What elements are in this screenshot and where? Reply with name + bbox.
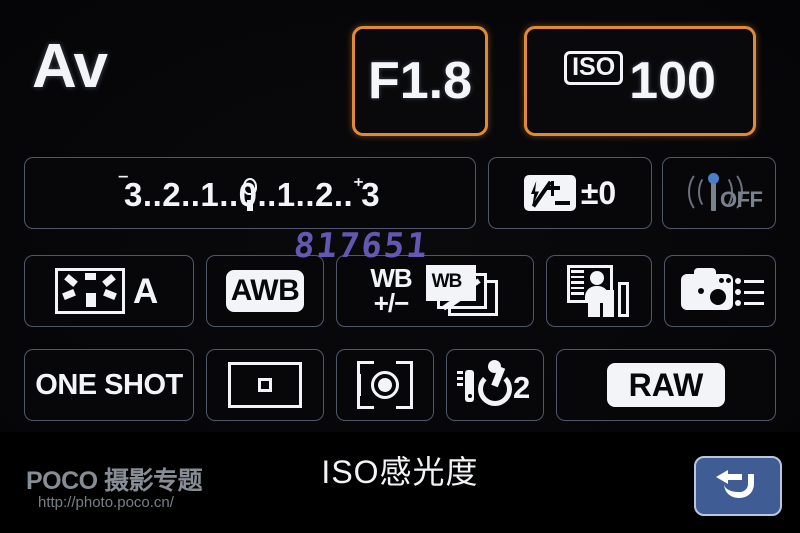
iso-setting[interactable]: ISO 100 — [524, 26, 756, 136]
wb-shift-line-2: +/− — [373, 288, 410, 318]
top-status-row: Av F1.8 ISO 100 — [0, 0, 800, 145]
af-mode-label: ONE SHOT — [35, 368, 183, 401]
picture-style-icon: A — [55, 268, 163, 314]
poco-brand-text: POCO 摄影专题 — [26, 467, 203, 495]
shooting-mode-label[interactable]: Av — [32, 36, 108, 98]
af-point-selection-setting[interactable] — [206, 349, 324, 421]
exposure-plus-value: 3 — [361, 175, 381, 213]
white-balance-bracketing-icon: WB — [425, 265, 500, 317]
camera-lcd-screen: Av F1.8 ISO 100 ‾3..2..1..0..1..2..⁺3 ±0 — [0, 0, 800, 533]
af-mode-setting[interactable]: ONE SHOT — [24, 349, 194, 421]
picture-style-letter: A — [133, 271, 159, 311]
image-quality-format: RAW — [607, 363, 725, 407]
image-quality-setting[interactable]: RAW — [556, 349, 776, 421]
wireless-flash-setting[interactable]: OFF — [662, 157, 776, 229]
self-timer-seconds: 2 — [513, 370, 531, 405]
af-point-selection-icon — [228, 362, 302, 408]
flash-exposure-compensation-icon — [523, 175, 576, 211]
flash-exposure-compensation-value: ±0 — [580, 175, 617, 211]
exposure-scale-text: 3..2..1..0..1..2.. — [124, 175, 354, 213]
white-balance-shift-icon: WB +/− — [370, 265, 412, 318]
wireless-flash-icon: OFF — [676, 169, 763, 217]
custom-controls-icon — [681, 268, 764, 314]
auto-lighting-optimizer-icon — [567, 265, 631, 317]
serial-watermark: 817651 — [291, 226, 431, 266]
custom-controls-setting[interactable] — [664, 255, 776, 327]
return-button[interactable] — [694, 456, 782, 516]
iso-value: 100 — [629, 52, 716, 110]
wireless-flash-status: OFF — [720, 187, 763, 212]
self-timer-remote-icon: 2 — [457, 360, 533, 410]
exposure-compensation-setting[interactable]: ‾3..2..1..0..1..2..⁺3 — [24, 157, 476, 229]
metering-mode-setting[interactable] — [336, 349, 434, 421]
picture-style-setting[interactable]: A — [24, 255, 194, 327]
auto-lighting-optimizer-setting[interactable] — [546, 255, 652, 327]
aperture-setting[interactable]: F1.8 — [352, 26, 488, 136]
evaluative-metering-icon — [357, 361, 413, 409]
poco-watermark: POCO 摄影专题 http://photo.poco.cn/ — [26, 467, 203, 512]
wb-bracket-label: WB — [431, 271, 463, 292]
drive-mode-setting[interactable]: 2 — [446, 349, 544, 421]
flash-exposure-compensation-setting[interactable]: ±0 — [488, 157, 652, 229]
exposure-compensation-scale: ‾3..2..1..0..1..2..⁺3 — [120, 176, 380, 211]
white-balance-mode: AWB — [226, 270, 304, 312]
return-arrow-icon — [716, 469, 760, 503]
iso-label-badge: ISO — [564, 51, 624, 85]
aperture-value: F1.8 — [367, 52, 473, 110]
poco-url-text: http://photo.poco.cn/ — [38, 494, 174, 512]
